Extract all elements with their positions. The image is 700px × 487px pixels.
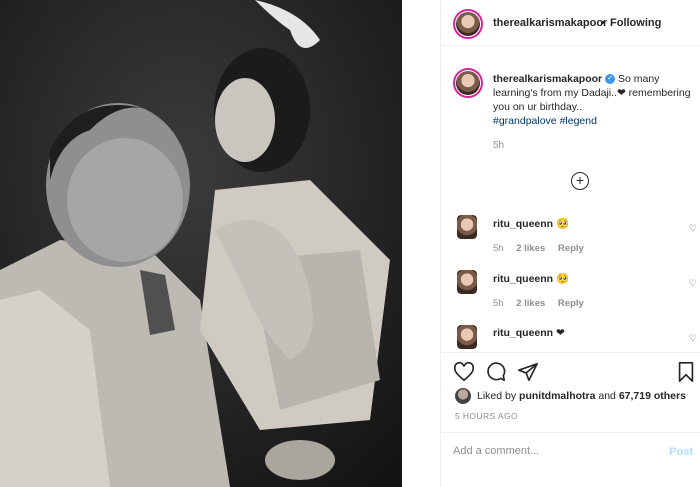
likes-count[interactable]: 67,719 others	[619, 390, 686, 402]
comment-username[interactable]: ritu_queenn	[493, 327, 553, 339]
comment-item: ritu_queenn 🥺 5h 2 likes Reply ♡	[441, 270, 700, 320]
heart-outline-icon[interactable]: ♡	[689, 278, 697, 289]
comment-username[interactable]: ritu_queenn	[493, 218, 553, 230]
comment-reply-button[interactable]: Reply	[558, 298, 584, 309]
likes-prefix: Liked by	[477, 390, 517, 402]
caption-author-avatar[interactable]	[453, 68, 483, 98]
comment-icon[interactable]	[485, 361, 507, 383]
heart-outline-icon[interactable]: ♡	[689, 333, 697, 344]
post-header: therealkarismakapoor • Following	[441, 0, 700, 46]
post-time-ago: 5 HOURS AGO	[455, 411, 518, 421]
comment-username[interactable]: ritu_queenn	[493, 273, 553, 285]
comment-time: 5h	[493, 298, 504, 309]
post-comment-button[interactable]: Post	[669, 446, 693, 458]
comment-text: 🥺	[556, 273, 570, 285]
post-side-panel: therealkarismakapoor • Following thereal…	[440, 0, 700, 487]
action-bar	[441, 352, 700, 388]
header-separator: •	[601, 17, 605, 29]
post-photo-image	[0, 0, 402, 487]
author-username[interactable]: therealkarismakapoor	[493, 17, 607, 29]
comment-likes[interactable]: 2 likes	[516, 243, 545, 254]
bookmark-icon[interactable]	[675, 361, 697, 383]
add-comment-input[interactable]	[453, 445, 653, 457]
heart-icon[interactable]	[453, 361, 475, 383]
heart-outline-icon[interactable]: ♡	[689, 223, 697, 234]
caption-username[interactable]: therealkarismakapoor	[493, 73, 602, 85]
share-icon[interactable]	[517, 361, 539, 383]
verified-badge-icon: ✓	[605, 74, 616, 85]
comment-time: 5h	[493, 243, 504, 254]
load-more-comments-icon[interactable]: +	[571, 172, 589, 190]
comment-likes[interactable]: 2 likes	[516, 298, 545, 309]
hashtag-link[interactable]: #legend	[560, 115, 597, 127]
liker-username[interactable]: punitdmalhotra	[519, 390, 595, 402]
hashtag-link[interactable]: #grandpalove	[493, 115, 557, 127]
author-avatar[interactable]	[453, 9, 483, 39]
comment-item: ritu_queenn ❤ ♡	[441, 325, 700, 351]
comment-text: ❤	[556, 327, 565, 339]
following-button[interactable]: Following	[610, 17, 661, 29]
caption-timestamp: 5h	[493, 140, 505, 151]
add-comment-bar: Post	[441, 432, 700, 472]
comment-reply-button[interactable]: Reply	[558, 243, 584, 254]
comment-avatar[interactable]	[457, 215, 477, 239]
comment-item: ritu_queenn 🥺 5h 2 likes Reply ♡	[441, 215, 700, 265]
comment-text: 🥺	[556, 218, 570, 230]
post-caption: therealkarismakapoor ✓ So many learning'…	[493, 72, 693, 128]
post-photo[interactable]	[0, 0, 402, 487]
liker-avatar[interactable]	[455, 388, 471, 404]
comment-avatar[interactable]	[457, 325, 477, 349]
likes-connector: and	[598, 390, 616, 402]
comment-avatar[interactable]	[457, 270, 477, 294]
